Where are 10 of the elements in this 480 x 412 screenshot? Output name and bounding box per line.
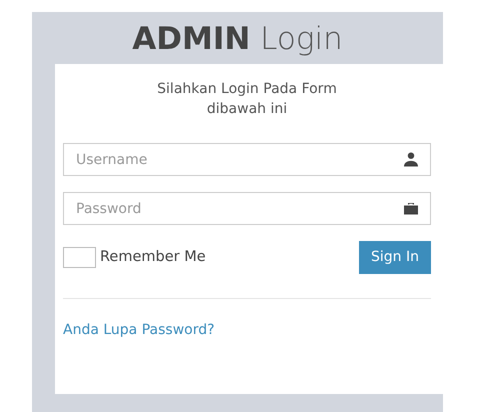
text-field[interactable]: Password <box>63 192 431 226</box>
sign-in-button[interactable]: Sign In <box>359 241 431 274</box>
remember-label: Remember Me <box>100 248 206 267</box>
briefcase-icon <box>403 201 419 216</box>
page-title: ADMIN Login <box>131 20 344 59</box>
instruction-text: Silahkan Login Pada Form dibawah ini <box>156 80 338 119</box>
text-field[interactable]: Username <box>63 143 431 176</box>
remember-checkbox[interactable] <box>63 247 96 268</box>
forgot-password-link[interactable]: Anda Lupa Password? <box>63 322 215 338</box>
user-icon <box>403 152 419 168</box>
